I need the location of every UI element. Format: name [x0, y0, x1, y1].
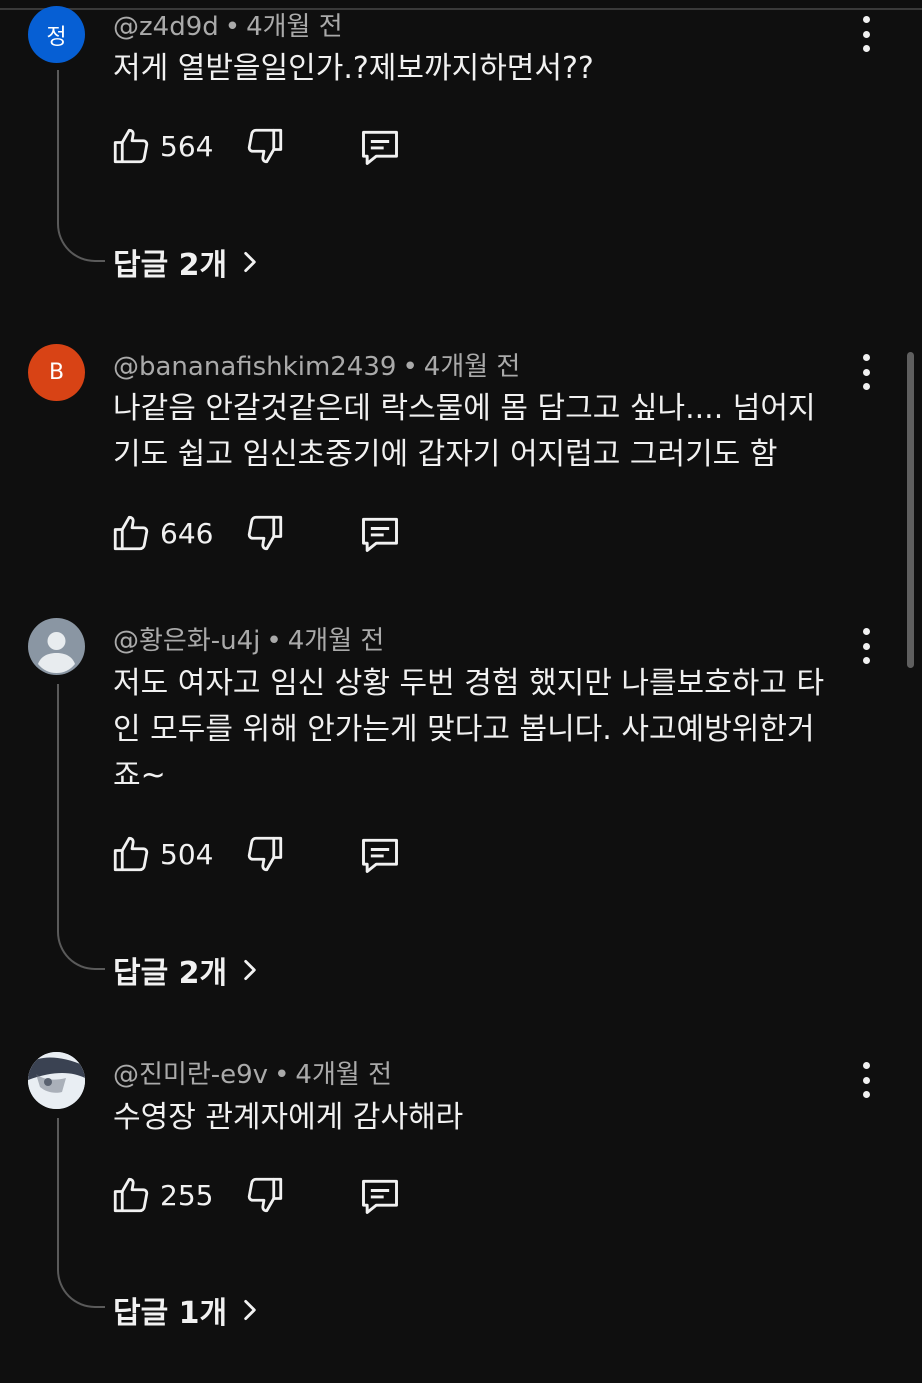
thumbs-up-icon: [113, 1177, 149, 1213]
comment-text-line: 나같음 안갈것같은데 락스물에 몸 담그고 싶나.... 넘어지: [113, 391, 816, 426]
comment-author[interactable]: @bananafishkim2439: [113, 352, 396, 382]
thread-line: [57, 684, 105, 970]
thread-line: [57, 70, 105, 262]
chevron-right-icon: [244, 959, 256, 981]
view-replies-button[interactable]: 답글 2개: [113, 948, 263, 992]
avatar-initial: B: [48, 360, 65, 385]
meta-separator: •: [266, 626, 282, 656]
thumbs-up-icon: [113, 515, 149, 551]
comment-actions: 504: [110, 833, 430, 877]
comment-text-line: 인 모두를 위해 안가는게 맞다고 봅니다. 사고예방위한거: [113, 712, 815, 747]
meta-separator: •: [402, 352, 418, 382]
comment-meta: @z4d9d • 4개월 전: [113, 6, 343, 43]
thumbs-down-icon: [247, 128, 283, 164]
avatar[interactable]: [28, 618, 85, 675]
default-user-icon: [38, 632, 75, 673]
comment-actions: 646: [110, 512, 430, 556]
meta-separator: •: [274, 1060, 290, 1090]
profile-photo: [28, 1052, 85, 1109]
thumbs-down-icon: [247, 515, 283, 551]
comment-text-line: 기도 쉽고 임신초중기에 갑자기 어지럽고 그러기도 함: [113, 437, 778, 472]
more-vertical-icon[interactable]: [852, 16, 880, 52]
comment-time[interactable]: 4개월 전: [246, 12, 343, 42]
comment-text: 나같음 안갈것같은데 락스물에 몸 담그고 싶나.... 넘어지 기도 쉽고 임…: [113, 386, 843, 478]
comment-item: @진미란-e9v • 4개월 전 수영장 관계자에게 감사해라 255 답글 1개: [0, 1052, 922, 1352]
comment-text-line: 죠~: [113, 758, 166, 793]
comment-item: 정 @z4d9d • 4개월 전 저게 열받을일인가.?제보까지하면서?? 564 …: [0, 6, 922, 306]
chevron-right-icon: [244, 1299, 256, 1321]
avatar[interactable]: 정: [28, 6, 85, 63]
reply-comment-icon: [362, 517, 398, 552]
reply-comment-icon: [362, 1179, 398, 1214]
dislike-button[interactable]: [244, 512, 286, 558]
comment-meta: @진미란-e9v • 4개월 전: [113, 1054, 392, 1091]
more-vertical-icon[interactable]: [852, 354, 880, 390]
comment-meta: @황은화-u4j • 4개월 전: [113, 620, 384, 657]
like-count: 255: [160, 1178, 214, 1212]
replies-label: 답글 2개: [113, 956, 228, 991]
comment-item: B @bananafishkim2439 • 4개월 전 나같음 안갈것같은데 락스…: [0, 344, 922, 574]
reply-button[interactable]: [358, 125, 402, 173]
dislike-button[interactable]: [244, 125, 286, 171]
reply-button[interactable]: [358, 1174, 402, 1222]
reply-comment-icon: [362, 130, 398, 165]
thumbs-down-icon: [247, 836, 283, 872]
comment-time[interactable]: 4개월 전: [288, 626, 385, 656]
dislike-button[interactable]: [244, 1174, 286, 1220]
avatar[interactable]: B: [28, 344, 85, 401]
avatar[interactable]: [28, 1052, 85, 1109]
chevron-right-icon: [244, 251, 256, 273]
like-count: 504: [160, 837, 214, 871]
like-button[interactable]: 255: [110, 1174, 213, 1216]
like-button[interactable]: 564: [110, 125, 213, 167]
comment-time[interactable]: 4개월 전: [295, 1060, 392, 1090]
thread-line: [57, 1118, 105, 1308]
comment-text-line: 수영장 관계자에게 감사해라: [113, 1100, 464, 1135]
like-count: 646: [160, 516, 214, 550]
thumbs-down-icon: [247, 1177, 283, 1213]
comment-author[interactable]: @진미란-e9v: [113, 1060, 268, 1090]
dislike-button[interactable]: [244, 833, 286, 879]
comment-item: @황은화-u4j • 4개월 전 저도 여자고 임신 상황 두번 경험 했지만 나를…: [0, 618, 922, 998]
meta-separator: •: [224, 12, 241, 42]
comment-text: 저도 여자고 임신 상황 두번 경험 했지만 나를보호하고 타 인 모두를 위해…: [113, 661, 843, 799]
avatar-initial: 정: [46, 24, 67, 50]
comment-actions: 564: [110, 125, 430, 169]
replies-label: 답글 2개: [113, 248, 228, 283]
reply-comment-icon: [362, 838, 398, 873]
view-replies-button[interactable]: 답글 2개: [113, 240, 263, 284]
view-replies-button[interactable]: 답글 1개: [113, 1288, 263, 1332]
replies-label: 답글 1개: [113, 1296, 228, 1331]
like-button[interactable]: 646: [110, 512, 213, 554]
thumbs-up-icon: [113, 128, 149, 164]
comment-time[interactable]: 4개월 전: [424, 352, 521, 382]
comment-author[interactable]: @황은화-u4j: [113, 626, 260, 656]
thumbs-up-icon: [113, 836, 149, 872]
reply-button[interactable]: [358, 512, 402, 560]
comment-text: 저게 열받을일인가.?제보까지하면서??: [113, 46, 843, 92]
comment-text: 수영장 관계자에게 감사해라: [113, 1095, 843, 1141]
like-count: 564: [160, 129, 214, 163]
comment-text-line: 저도 여자고 임신 상황 두번 경험 했지만 나를보호하고 타: [113, 666, 825, 701]
comment-author[interactable]: @z4d9d: [113, 12, 219, 42]
comment-actions: 255: [110, 1174, 430, 1218]
reply-button[interactable]: [358, 833, 402, 881]
comment-meta: @bananafishkim2439 • 4개월 전: [113, 346, 520, 383]
like-button[interactable]: 504: [110, 833, 213, 875]
more-vertical-icon[interactable]: [852, 1062, 880, 1098]
more-vertical-icon[interactable]: [852, 628, 880, 664]
comment-text-line: 저게 열받을일인가.?제보까지하면서??: [113, 51, 594, 86]
